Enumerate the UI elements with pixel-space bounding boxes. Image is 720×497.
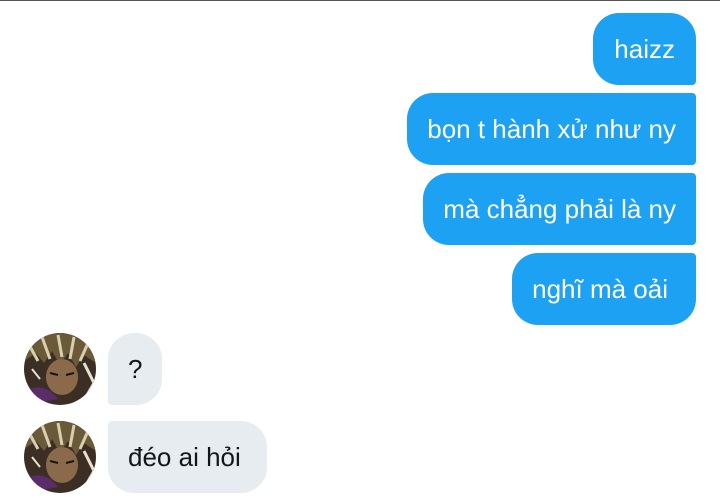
top-divider — [0, 0, 720, 1]
message-text: bọn t hành xử như ny — [427, 114, 676, 144]
anime-character-avatar-icon — [24, 333, 96, 405]
outgoing-message[interactable]: haizz — [593, 13, 696, 85]
message-text: ? — [128, 354, 143, 384]
outgoing-message[interactable]: mà chẳng phải là ny — [423, 173, 696, 245]
outgoing-message[interactable]: nghĩ mà oải — [512, 253, 696, 325]
message-text: haizz — [614, 34, 675, 64]
outgoing-message[interactable]: bọn t hành xử như ny — [407, 93, 696, 165]
message-text: nghĩ mà oải — [532, 274, 668, 304]
message-text: đéo ai hỏi — [128, 442, 241, 472]
message-text: mà chẳng phải là ny — [443, 194, 676, 224]
incoming-message[interactable]: đéo ai hỏi — [108, 421, 267, 493]
incoming-message[interactable]: ? — [108, 333, 163, 405]
sender-avatar[interactable] — [24, 333, 96, 405]
anime-character-avatar-icon — [24, 421, 96, 493]
sender-avatar[interactable] — [24, 421, 96, 493]
